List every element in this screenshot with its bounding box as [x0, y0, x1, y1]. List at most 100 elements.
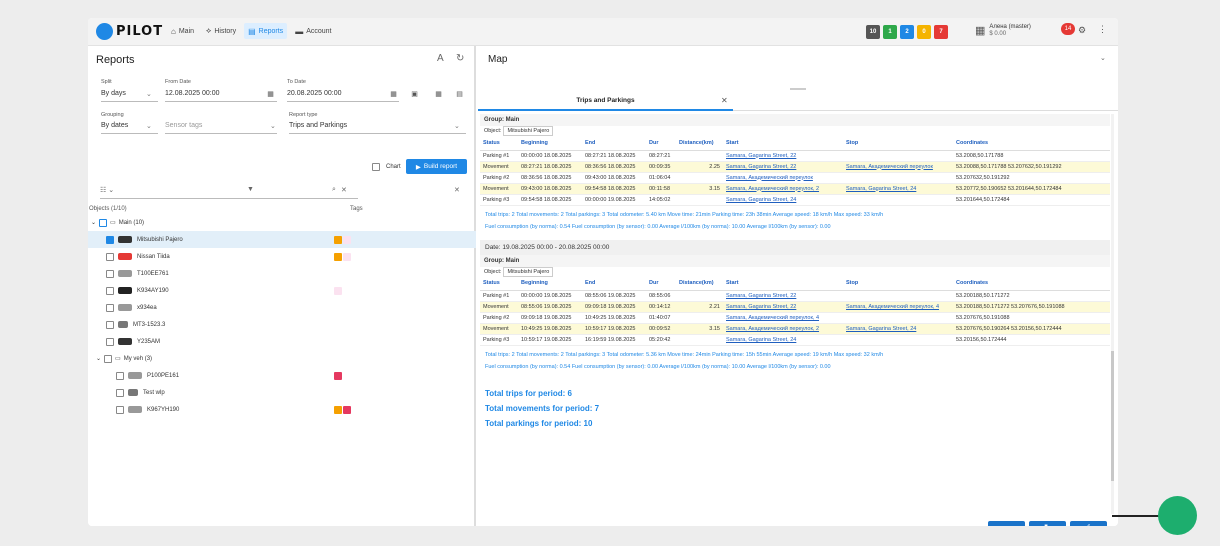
clear-filter-icon[interactable]: ✕: [341, 186, 347, 194]
build-report-button[interactable]: ▶ Build report: [406, 159, 467, 174]
col-start[interactable]: Start: [723, 136, 843, 151]
table-cell[interactable]: Samara, Академический переулок: [843, 161, 953, 173]
more-menu-icon[interactable]: ⋮: [1098, 24, 1107, 35]
table-cell[interactable]: Samara, Gagarina Street, 22: [723, 301, 843, 313]
export-excel-button[interactable]: ▙: [1029, 521, 1066, 526]
table-row[interactable]: Movement 08:55:06 19.08.2025 09:09:18 19.0…: [480, 301, 1110, 313]
tree-item-x934[interactable]: x934ea: [88, 299, 476, 316]
search-icon[interactable]: ⌕: [332, 186, 336, 194]
item-checkbox[interactable]: [116, 371, 124, 380]
table-cell[interactable]: Samara, Gagarina Street, 22: [723, 161, 843, 173]
tree-item-k934[interactable]: K934AY190: [88, 282, 476, 299]
calendar-range-icon[interactable]: ▤: [455, 90, 464, 99]
col-distance[interactable]: Distance(km): [676, 136, 723, 151]
item-checkbox[interactable]: [106, 235, 114, 244]
table-cell[interactable]: Samara, Академический переулок, 4: [723, 312, 843, 324]
table-cell[interactable]: Samara, Gagarina Street, 24: [843, 183, 953, 195]
col-dur[interactable]: Dur: [646, 136, 676, 151]
table-cell[interactable]: Samara, Gagarina Street, 22: [723, 150, 843, 162]
from-date-input[interactable]: 12.08.2025 00:00: [165, 90, 220, 97]
table-row[interactable]: Movement 09:43:00 18.08.2025 09:54:58 18.0…: [480, 183, 1110, 195]
col-status[interactable]: Status: [480, 276, 518, 291]
badge-online[interactable]: 1: [883, 25, 897, 39]
tree-view-icon[interactable]: ☷ ⌄: [100, 186, 114, 194]
nav-account[interactable]: ▬ Account: [291, 23, 335, 39]
table-row[interactable]: Parking #3 09:54:58 18.08.2025 00:00:00 19…: [480, 194, 1110, 206]
report-type-select[interactable]: Trips and Parkings: [289, 122, 347, 129]
tree-item-mitsubishi[interactable]: Mitsubishi Pajero: [88, 231, 476, 248]
table-row[interactable]: Movement 10:49:25 19.08.2025 10:59:17 19.0…: [480, 323, 1110, 335]
badge-warning[interactable]: 0: [917, 25, 931, 39]
col-status[interactable]: Status: [480, 136, 518, 151]
table-row[interactable]: Parking #2 08:36:56 18.08.2025 09:43:00 18…: [480, 172, 1110, 184]
item-checkbox[interactable]: [106, 269, 114, 278]
badge-offline[interactable]: 7: [934, 25, 948, 39]
grouping-select[interactable]: By dates: [101, 122, 128, 129]
col-coordinates[interactable]: Coordinates: [953, 276, 1110, 291]
table-cell[interactable]: Samara, Академический переулок, 4: [843, 301, 953, 313]
col-start[interactable]: Start: [723, 276, 843, 291]
col-stop[interactable]: Stop: [843, 136, 953, 151]
col-end[interactable]: End: [582, 136, 646, 151]
item-checkbox[interactable]: [106, 286, 114, 295]
sensor-tags-select[interactable]: Sensor tags: [165, 122, 202, 129]
table-row[interactable]: Movement 08:27:21 18.08.2025 08:36:56 18.0…: [480, 161, 1110, 173]
close-icon[interactable]: ✕: [721, 96, 728, 105]
col-end[interactable]: End: [582, 276, 646, 291]
table-cell[interactable]: Samara, Gagarina Street, 24: [723, 194, 843, 206]
user-menu[interactable]: ▦ Алена (master) $ 0.00: [975, 23, 1031, 37]
col-distance[interactable]: Distance(km): [676, 276, 723, 291]
calendar-month-icon[interactable]: ▦: [434, 90, 443, 99]
drag-handle[interactable]: [790, 88, 806, 90]
to-date-input[interactable]: 20.08.2025 00:00: [287, 90, 342, 97]
table-row[interactable]: Parking #2 09:09:18 19.08.2025 10:49:25 19…: [480, 312, 1110, 324]
badge-total[interactable]: 10: [866, 25, 880, 39]
item-checkbox[interactable]: [116, 405, 124, 414]
refresh-icon[interactable]: ↻: [456, 53, 464, 64]
tree-item-p100[interactable]: P100PE161: [88, 367, 476, 384]
col-beginning[interactable]: Beginning: [518, 136, 582, 151]
logo[interactable]: PILOT: [96, 23, 163, 40]
tree-item-mt3[interactable]: MT3-1523.3: [88, 316, 476, 333]
item-checkbox[interactable]: [106, 303, 114, 312]
chevron-down-icon[interactable]: ⌄: [1100, 54, 1106, 62]
gear-icon[interactable]: ⚙: [1078, 25, 1086, 36]
table-cell[interactable]: Samara, Академический переулок, 2: [723, 183, 843, 195]
scrollbar-thumb[interactable]: [1111, 351, 1114, 481]
calendar-icon[interactable]: ▦: [389, 90, 398, 99]
chart-checkbox[interactable]: [372, 163, 380, 171]
table-cell[interactable]: Samara, Gagarina Street, 24: [723, 334, 843, 346]
nav-history[interactable]: ⟡ History: [202, 23, 240, 39]
tree-group-my-veh[interactable]: ⌄ ▭ My veh (3): [88, 350, 476, 367]
notification-badge[interactable]: 14: [1061, 23, 1075, 35]
table-cell[interactable]: Samara, Gagarina Street, 24: [843, 323, 953, 335]
col-beginning[interactable]: Beginning: [518, 276, 582, 291]
item-checkbox[interactable]: [106, 337, 114, 346]
tree-group-main[interactable]: ⌄ ▭ Main (10): [88, 214, 476, 231]
nav-main[interactable]: ⌂ Main: [167, 23, 198, 39]
nav-reports[interactable]: ▤ Reports: [244, 23, 288, 39]
export-pdf-button[interactable]: ▮: [988, 521, 1025, 526]
table-row[interactable]: Parking #1 00:00:00 19.08.2025 08:55:06 19…: [480, 290, 1110, 302]
calendar-icon[interactable]: ▦: [266, 90, 275, 99]
col-stop[interactable]: Stop: [843, 276, 953, 291]
item-checkbox[interactable]: [116, 388, 124, 397]
filter-icon[interactable]: ▼: [247, 186, 254, 193]
clear-search-icon[interactable]: ✕: [454, 186, 460, 194]
tree-item-test-wlp[interactable]: Test wlp: [88, 384, 476, 401]
table-row[interactable]: Parking #3 10:59:17 19.08.2025 16:19:59 19…: [480, 334, 1110, 346]
badge-moving[interactable]: 2: [900, 25, 914, 39]
item-checkbox[interactable]: [106, 320, 114, 329]
group-checkbox[interactable]: [99, 218, 108, 227]
table-cell[interactable]: Samara, Академический переулок, 2: [723, 323, 843, 335]
print-button[interactable]: ⎙: [1070, 521, 1107, 526]
col-dur[interactable]: Dur: [646, 276, 676, 291]
table-cell[interactable]: Samara, Академический переулок: [723, 172, 843, 184]
group-checkbox[interactable]: [104, 354, 113, 363]
table-cell[interactable]: Samara, Gagarina Street, 22: [723, 290, 843, 302]
table-row[interactable]: Parking #1 00:00:00 18.08.2025 08:27:21 18…: [480, 150, 1110, 162]
tab-trips-parkings[interactable]: Trips and Parkings: [478, 91, 733, 111]
split-select[interactable]: By days: [101, 90, 126, 97]
tree-item-k967[interactable]: K967YH190: [88, 401, 476, 418]
translate-icon[interactable]: A: [437, 53, 444, 64]
